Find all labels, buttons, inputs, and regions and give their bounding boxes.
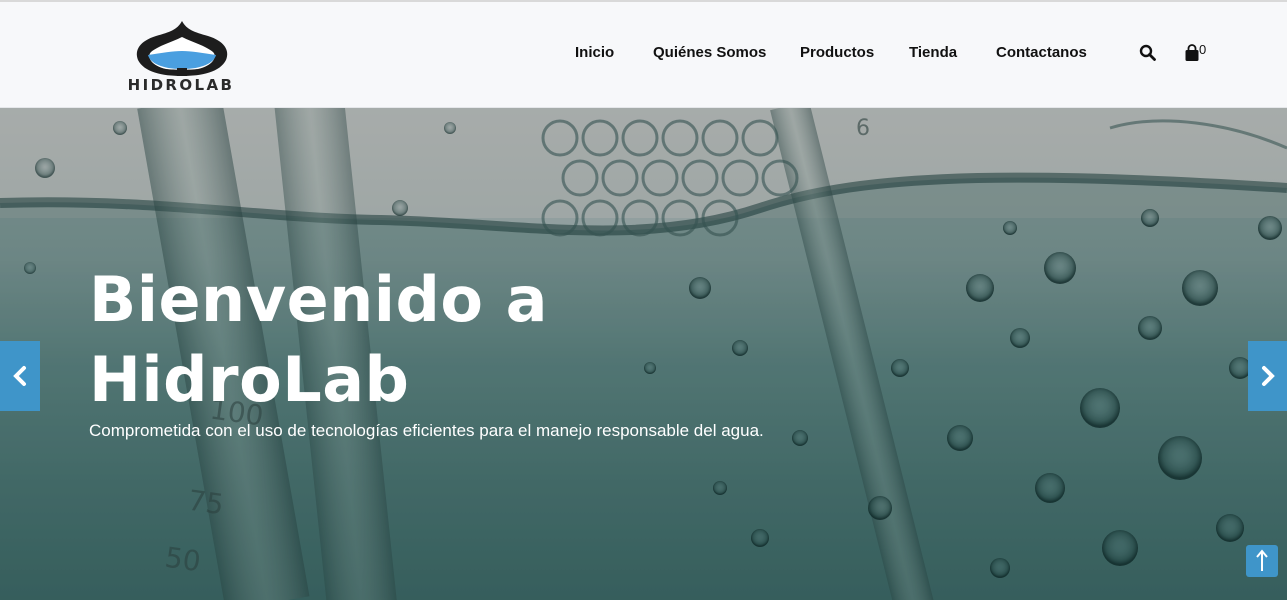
hero-subtitle: Comprometida con el uso de tecnologías e… xyxy=(89,421,764,440)
hero-slider: 100 75 50 6 Bienvenido a HidroLab Compro… xyxy=(0,108,1287,600)
search-icon[interactable] xyxy=(1139,44,1157,62)
chevron-left-icon xyxy=(13,366,26,386)
logo-text: HIDROLAB xyxy=(127,76,235,94)
nav-item-tienda[interactable]: Tienda xyxy=(909,44,957,61)
chevron-right-icon xyxy=(1262,366,1275,386)
tube-mark-6: 6 xyxy=(856,116,870,141)
nav-item-productos[interactable]: Productos xyxy=(800,44,874,61)
site-header: HIDROLAB Inicio Quiénes Somos Productos … xyxy=(0,2,1287,108)
slider-next-button[interactable] xyxy=(1248,341,1287,411)
logo[interactable]: HIDROLAB xyxy=(96,18,266,96)
nav-item-quienes-somos[interactable]: Quiénes Somos xyxy=(653,44,766,61)
slider-prev-button[interactable] xyxy=(0,341,40,411)
hero-title: Bienvenido a HidroLab xyxy=(89,263,548,416)
scale-mark-50: 50 xyxy=(162,540,203,579)
shopping-bag-icon[interactable] xyxy=(1184,44,1200,62)
nav-item-contactanos[interactable]: Contactanos xyxy=(996,44,1087,61)
scale-mark-75: 75 xyxy=(185,483,226,522)
cart-count-badge: 0 xyxy=(1199,42,1207,57)
arrow-up-icon xyxy=(1256,549,1268,571)
nav-item-inicio[interactable]: Inicio xyxy=(575,44,614,61)
scroll-to-top-button[interactable] xyxy=(1246,545,1278,577)
water-drop-logo-icon xyxy=(136,21,228,76)
